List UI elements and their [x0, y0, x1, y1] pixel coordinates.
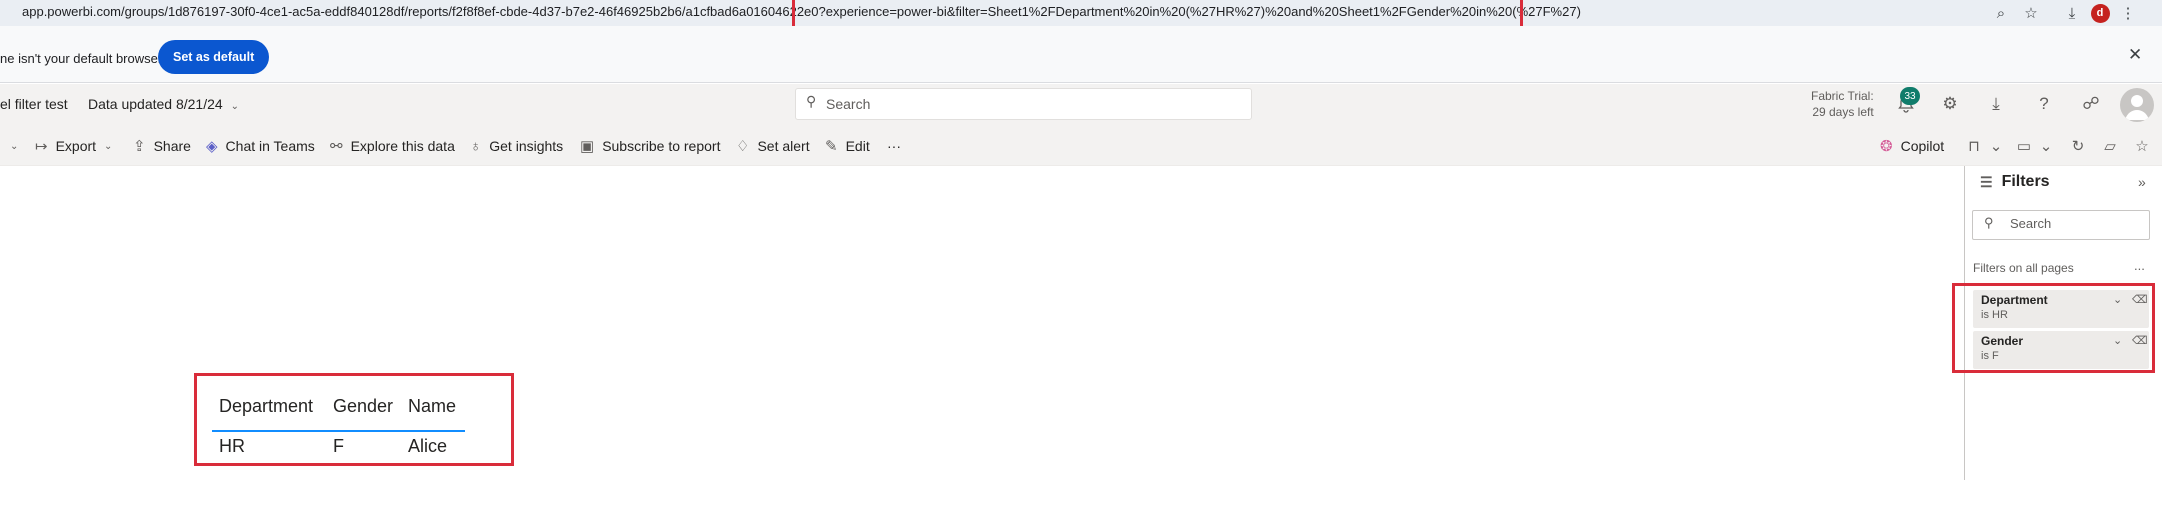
insights-label: Get insights: [489, 138, 564, 154]
export-button[interactable]: ↦ Export ⌄: [35, 136, 112, 156]
default-browser-banner: [0, 26, 2162, 83]
filters-header: ☰ Filters: [1980, 173, 2050, 191]
more-options-button[interactable]: ···: [887, 136, 901, 156]
edit-button[interactable]: ✎ Edit: [825, 136, 870, 156]
set-as-default-button[interactable]: Set as default: [158, 40, 270, 74]
table-cell-gender: F: [333, 436, 344, 456]
zoom-icon[interactable]: ⌕: [1990, 2, 2012, 24]
subscribe-icon: ▣: [580, 138, 595, 155]
filter-search-placeholder: Search: [2010, 216, 2052, 231]
profile-button[interactable]: d: [2089, 2, 2111, 24]
chevron-down-icon: ⌄: [104, 140, 113, 152]
favorite-star-icon[interactable]: ☆: [2128, 134, 2156, 158]
explore-label: Explore this data: [350, 138, 455, 154]
collapse-pane-icon[interactable]: »: [2138, 174, 2146, 190]
report-name: el filter test: [0, 96, 68, 112]
share-icon: ⇪: [133, 138, 146, 155]
set-alert-label: Set alert: [757, 138, 810, 154]
table-header-divider: [212, 430, 465, 432]
set-alert-button[interactable]: ♢ Set alert: [736, 136, 810, 156]
table-header-department[interactable]: Department: [219, 396, 313, 417]
fabric-trial-status[interactable]: Fabric Trial: 29 days left: [1811, 88, 1874, 120]
chat-in-teams-button[interactable]: ◈ Chat in Teams: [206, 136, 315, 156]
lightbulb-icon: ♁: [470, 137, 482, 155]
table-header-gender[interactable]: Gender: [333, 396, 393, 417]
copilot-icon: ❂: [1880, 138, 1893, 155]
banner-message: ne isn't your default browser: [0, 51, 163, 66]
browser-toolbar-icons: ⌕ ☆ ⤓ d ⋮: [1990, 2, 2139, 24]
banner-close-icon[interactable]: ✕: [2128, 45, 2142, 65]
report-action-bar: [0, 126, 2162, 166]
table-cell-department: HR: [219, 436, 245, 456]
edit-label: Edit: [845, 138, 870, 154]
data-updated-dropdown[interactable]: Data updated 8/21/24 ⌄: [88, 96, 239, 112]
share-label: Share: [153, 138, 191, 154]
share-button[interactable]: ⇪ Share: [133, 136, 191, 156]
table-header-name[interactable]: Name: [408, 396, 456, 417]
settings-gear-icon[interactable]: ⚙: [1934, 90, 1966, 118]
teams-icon: ◈: [206, 138, 218, 155]
search-icon: ⚲: [806, 93, 817, 109]
pencil-icon: ✎: [825, 138, 838, 155]
comment-icon[interactable]: ▱: [2096, 134, 2124, 158]
chevron-down-icon: ⌄: [230, 101, 240, 112]
filters-title: Filters: [2001, 173, 2050, 190]
profile-avatar: d: [2090, 3, 2110, 23]
copilot-label: Copilot: [1900, 138, 1945, 154]
more-options-icon[interactable]: ...: [2134, 258, 2145, 273]
feedback-icon[interactable]: ☍: [2075, 90, 2107, 118]
filter-cards-highlight: [1952, 283, 2155, 373]
chevron-down-icon[interactable]: ⌄: [2032, 134, 2060, 158]
bell-icon: ♢: [736, 138, 750, 155]
data-updated-label: Data updated 8/21/24: [88, 96, 223, 112]
explore-data-button[interactable]: ⚯ Explore this data: [330, 136, 455, 156]
explore-icon: ⚯: [330, 138, 343, 155]
export-label: Export: [55, 138, 97, 154]
chevron-down-icon: ⌄: [10, 140, 19, 152]
table-cell-name: Alice: [408, 436, 448, 456]
filter-search-input[interactable]: [1972, 210, 2150, 240]
search-placeholder: Search: [826, 96, 871, 112]
trial-line-2: 29 days left: [1812, 105, 1874, 119]
notification-count-badge: 33: [1900, 87, 1920, 105]
subscribe-label: Subscribe to report: [602, 138, 721, 154]
user-avatar[interactable]: [2120, 88, 2154, 122]
get-insights-button[interactable]: ♁ Get insights: [470, 136, 563, 156]
subscribe-button[interactable]: ▣ Subscribe to report: [580, 136, 720, 156]
download-icon[interactable]: ⤓: [1980, 90, 2012, 118]
refresh-icon[interactable]: ↻: [2064, 134, 2092, 158]
browser-menu-icon[interactable]: ⋮: [2117, 2, 2139, 24]
filters-section-label: Filters on all pages: [1973, 261, 2074, 275]
bookmark-star-icon[interactable]: ☆: [2020, 2, 2042, 24]
file-menu-chevron[interactable]: ⌄: [10, 136, 18, 156]
chevron-down-icon[interactable]: ⌄: [1982, 134, 2010, 158]
copilot-button[interactable]: ❂ Copilot: [1880, 136, 1944, 156]
trial-line-1: Fabric Trial:: [1811, 89, 1874, 103]
filter-icon: ☰: [1980, 173, 1993, 190]
help-icon[interactable]: ?: [2028, 90, 2060, 118]
export-icon: ↦: [35, 138, 48, 155]
search-icon: ⚲: [1984, 215, 1994, 230]
downloads-icon[interactable]: ⤓: [2061, 2, 2083, 24]
chat-in-teams-label: Chat in Teams: [225, 138, 315, 154]
